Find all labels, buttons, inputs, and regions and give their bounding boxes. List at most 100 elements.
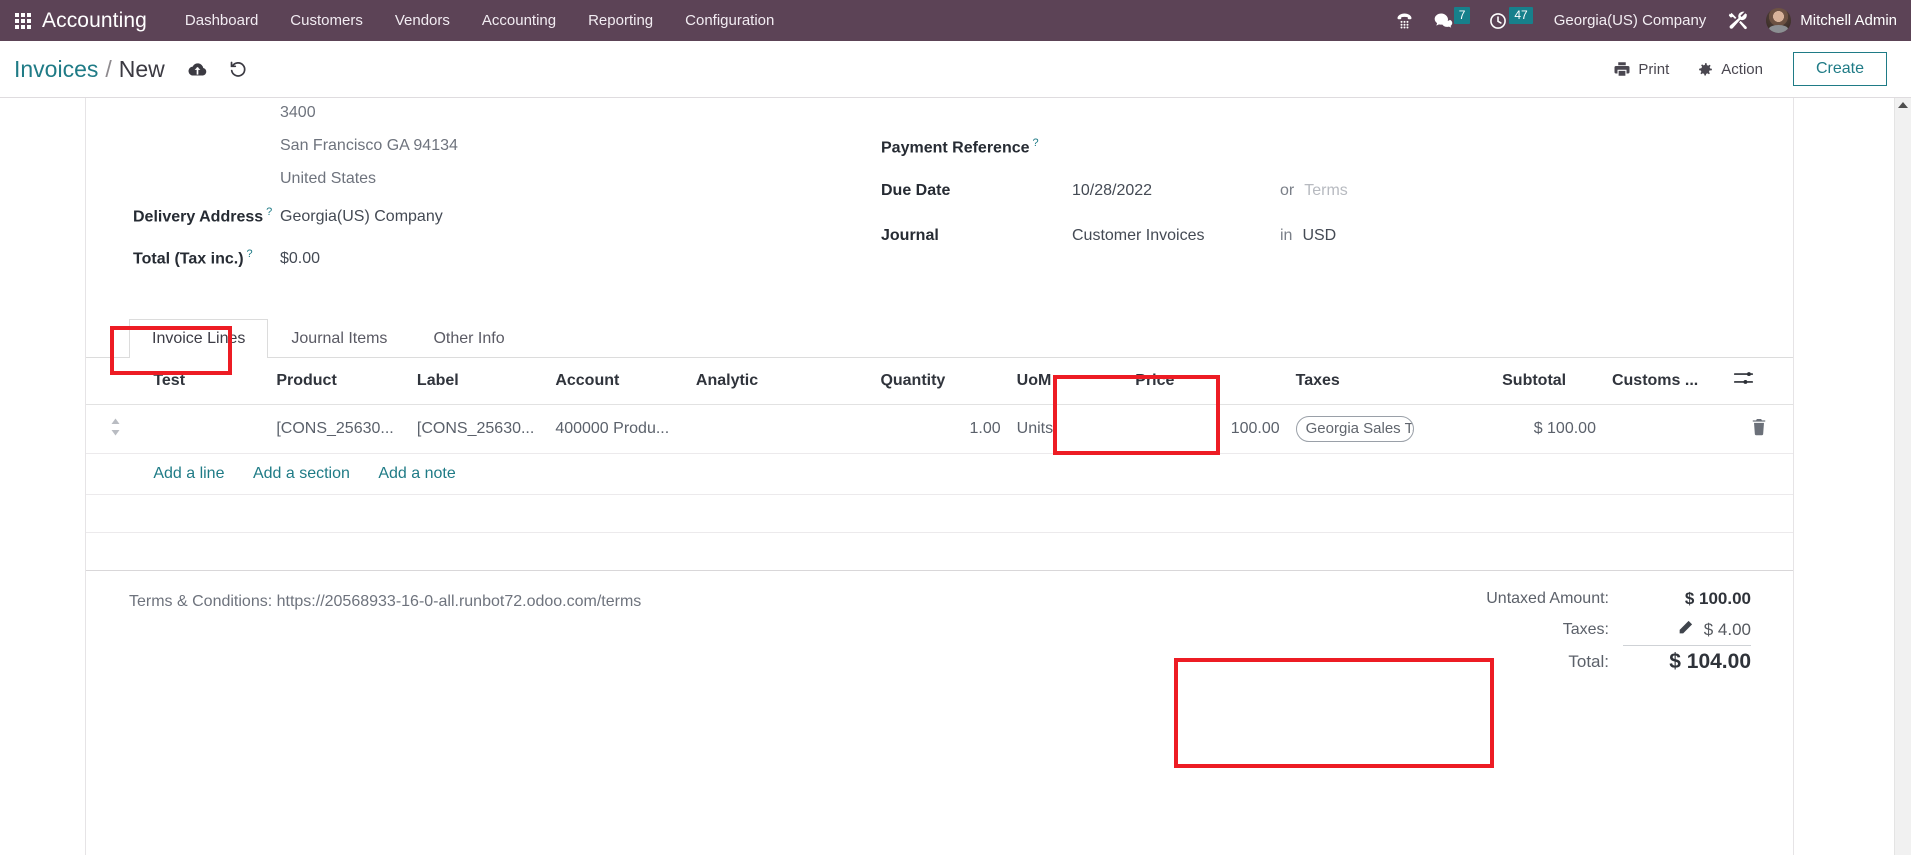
or-word: or <box>1280 182 1295 199</box>
currency-value[interactable]: USD <box>1302 227 1336 245</box>
due-date-label: Due Date <box>881 182 951 199</box>
control-panel: Invoices / New Print Action Create <box>0 41 1911 98</box>
menu-customers[interactable]: Customers <box>274 0 379 41</box>
trash-icon[interactable] <box>1751 418 1767 440</box>
taxes-value-wrap: $ 4.00 <box>1623 620 1751 640</box>
terms-and-conditions[interactable]: Terms & Conditions: https://20568933-16-… <box>129 593 641 611</box>
cell-customs[interactable] <box>1603 404 1725 455</box>
menu-reporting[interactable]: Reporting <box>572 0 669 41</box>
activities-counter[interactable]: 47 <box>1479 0 1541 41</box>
table-row[interactable]: [CONS_25630... [CONS_25630... 400000 Pro… <box>86 404 1793 455</box>
help-tooltip-icon[interactable]: ? <box>247 248 253 260</box>
breadcrumb-current-new: New <box>118 55 165 82</box>
user-name: Mitchell Admin <box>1800 12 1897 29</box>
totals-taxes-row: Taxes: $ 4.00 <box>1421 614 1751 645</box>
chat-bubble-icon <box>1434 13 1452 28</box>
help-tooltip-icon[interactable]: ? <box>1033 137 1039 149</box>
field-delivery-address: Delivery Address? Georgia(US) Company <box>86 206 846 239</box>
field-journal: Journal Customer Invoices in USD <box>856 227 1736 260</box>
th-product[interactable]: Product <box>268 358 409 405</box>
journal-value[interactable]: Customer Invoices <box>1068 227 1280 245</box>
add-a-line-link[interactable]: Add a line <box>153 465 224 483</box>
help-tooltip-icon[interactable]: ? <box>266 206 272 218</box>
print-button[interactable]: Print <box>1599 54 1683 84</box>
th-subtotal[interactable]: Subtotal <box>1494 358 1604 405</box>
total-tax-inc-label-text: Total (Tax inc.) <box>133 250 244 268</box>
breadcrumb-invoices[interactable]: Invoices <box>14 56 98 83</box>
in-word: in <box>1280 227 1293 244</box>
due-date-input[interactable]: 10/28/2022 <box>1068 182 1280 200</box>
action-button[interactable]: Action <box>1683 55 1777 84</box>
th-customs[interactable]: Customs ... <box>1603 358 1725 405</box>
cell-test[interactable] <box>145 404 269 455</box>
th-label[interactable]: Label <box>408 358 548 405</box>
notebook-tabs: Invoice Lines Journal Items Other Info <box>86 312 1793 358</box>
address-line-3: United States <box>86 164 846 197</box>
menu-dashboard[interactable]: Dashboard <box>169 0 274 41</box>
tab-other-info[interactable]: Other Info <box>410 319 527 358</box>
cell-taxes[interactable]: Georgia Sales Ta <box>1287 404 1495 455</box>
tax-tag-georgia-sales-tax[interactable]: Georgia Sales Ta <box>1295 416 1414 443</box>
field-due-date: Due Date 10/28/2022 or Terms <box>856 182 1736 215</box>
totals-total-row: Total: $ 104.00 <box>1421 646 1751 677</box>
total-tax-inc-label: Total (Tax inc.)? <box>86 248 276 268</box>
cell-uom[interactable]: Units <box>1008 404 1128 455</box>
drag-handle-icon[interactable] <box>109 418 122 441</box>
control-panel-actions: Print Action Create <box>1599 52 1887 86</box>
app-brand-accounting[interactable]: Accounting <box>42 9 147 33</box>
th-uom[interactable]: UoM <box>1008 358 1128 405</box>
phone-dialpad-icon[interactable] <box>1385 0 1424 41</box>
journal-currency: in USD <box>1280 227 1336 245</box>
messages-counter[interactable]: 7 <box>1424 0 1480 41</box>
cell-label[interactable]: [CONS_25630... <box>408 404 548 455</box>
cell-quantity[interactable]: 1.00 <box>872 404 1009 455</box>
vertical-scrollbar[interactable] <box>1894 98 1911 855</box>
payment-reference-label-text: Payment Reference <box>881 139 1030 157</box>
row-drag-handle[interactable] <box>86 404 146 455</box>
gear-icon <box>1699 62 1713 76</box>
cloud-upload-icon[interactable] <box>187 61 208 78</box>
add-a-note-link[interactable]: Add a note <box>378 465 455 483</box>
th-taxes[interactable]: Taxes <box>1287 358 1495 405</box>
menu-vendors[interactable]: Vendors <box>379 0 466 41</box>
add-a-section-link[interactable]: Add a section <box>253 465 350 483</box>
form-sheet: 3400 San Francisco GA 94134 United State… <box>85 98 1794 855</box>
totals-untaxed-row: Untaxed Amount: $ 100.00 <box>1421 583 1751 614</box>
tab-invoice-lines[interactable]: Invoice Lines <box>129 319 269 358</box>
scroll-up-arrow-icon[interactable] <box>1898 102 1908 108</box>
terms-placeholder[interactable]: Terms <box>1304 182 1348 200</box>
th-test[interactable]: Test <box>145 358 269 405</box>
th-optional-columns[interactable] <box>1724 358 1793 405</box>
menu-configuration[interactable]: Configuration <box>669 0 790 41</box>
menu-accounting[interactable]: Accounting <box>466 0 572 41</box>
user-menu[interactable]: Mitchell Admin <box>1758 0 1911 41</box>
cell-analytic[interactable] <box>687 404 873 455</box>
th-account[interactable]: Account <box>547 358 688 405</box>
address-country: United States <box>280 170 377 187</box>
lines-header-row: Test Product Label Account Analytic Quan… <box>86 358 1793 405</box>
untaxed-amount-value: $ 100.00 <box>1684 588 1751 608</box>
tools-wrench-icon[interactable] <box>1718 0 1758 41</box>
lines-table-body: [CONS_25630... [CONS_25630... 400000 Pro… <box>86 404 1793 572</box>
create-button[interactable]: Create <box>1792 52 1887 86</box>
sliders-toggle-icon[interactable] <box>1733 370 1754 391</box>
undo-arrow-icon[interactable] <box>228 60 248 78</box>
cell-account[interactable]: 400000 Produ... <box>547 404 688 455</box>
delivery-address-label: Delivery Address? <box>86 206 276 226</box>
tab-journal-items[interactable]: Journal Items <box>268 319 410 358</box>
delivery-address-value[interactable]: Georgia(US) Company <box>276 208 443 226</box>
apps-grid-icon[interactable] <box>6 12 40 29</box>
invoice-header-fields: 3400 San Francisco GA 94134 United State… <box>86 98 1793 298</box>
th-analytic[interactable]: Analytic <box>687 358 873 405</box>
add-row-spacer <box>86 453 146 496</box>
company-switcher[interactable]: Georgia(US) Company <box>1542 0 1719 41</box>
total-tax-inc-value: $0.00 <box>280 250 321 268</box>
th-quantity[interactable]: Quantity <box>872 358 1009 405</box>
th-price[interactable]: Price <box>1127 358 1288 405</box>
cell-product[interactable]: [CONS_25630... <box>268 404 409 455</box>
print-label: Print <box>1638 60 1670 78</box>
pencil-icon[interactable] <box>1678 620 1697 638</box>
cell-price[interactable]: 100.00 <box>1127 404 1288 455</box>
cell-subtotal: $ 100.00 <box>1494 404 1604 455</box>
cell-delete[interactable] <box>1724 404 1793 455</box>
